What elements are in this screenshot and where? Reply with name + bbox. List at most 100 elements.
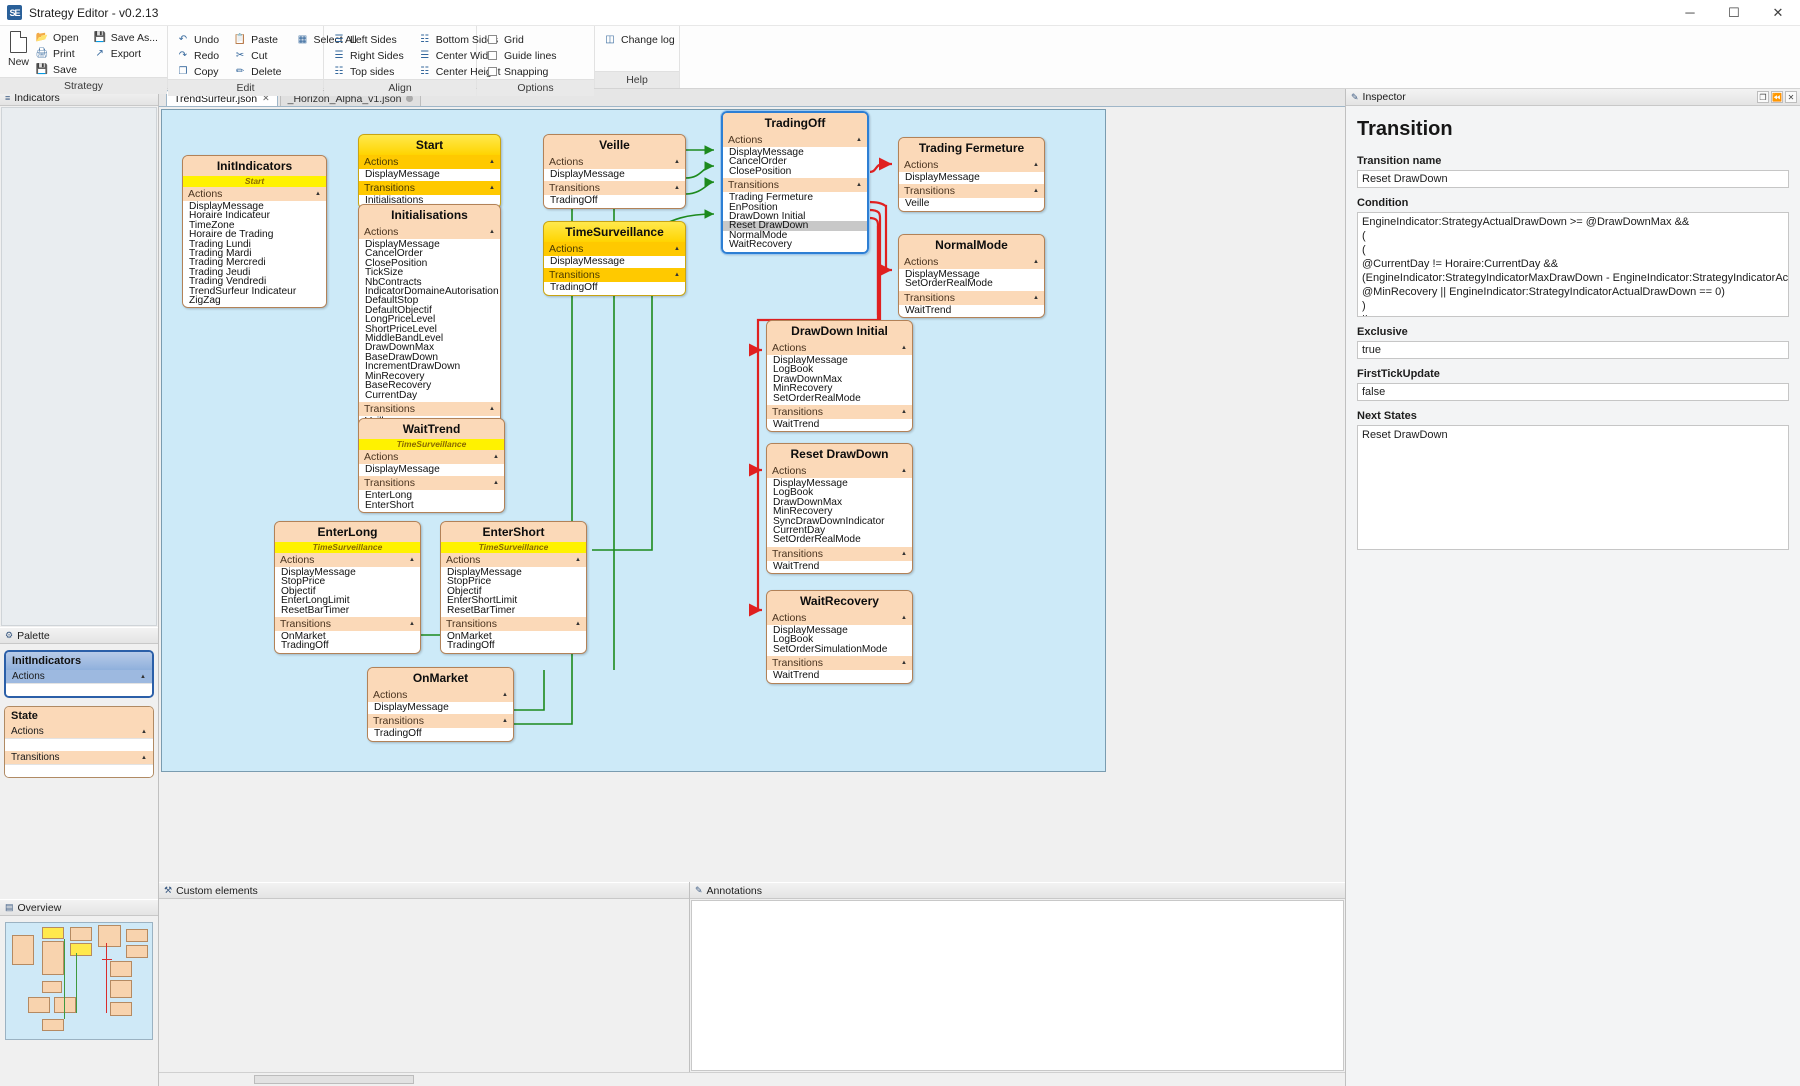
palette-section-transitions[interactable]: Transitions ▲ <box>5 751 153 764</box>
state-node-section-transitions[interactable]: Transitions▲ <box>359 181 500 195</box>
change-log-button[interactable]: ◫ Change log <box>603 32 679 47</box>
snapping-toggle[interactable]: Snapping <box>485 64 561 79</box>
state-node-section-actions[interactable]: Actions▲ <box>359 225 500 239</box>
state-node-item[interactable]: ClosePosition <box>729 167 867 176</box>
state-node-item[interactable]: ZigZag <box>189 296 326 305</box>
state-node-section-transitions[interactable]: Transitions▲ <box>767 547 912 561</box>
chevron-up-icon[interactable]: ▲ <box>901 345 907 351</box>
maximize-button[interactable]: ☐ <box>1712 0 1756 26</box>
palette-panel-header[interactable]: ⚙ Palette <box>0 627 158 644</box>
save-as-button[interactable]: 💾 Save As... <box>93 30 162 45</box>
grid-toggle[interactable]: Grid <box>485 32 561 47</box>
transition-name-input[interactable]: Reset DrawDown <box>1357 170 1789 188</box>
state-node-item[interactable]: DisplayMessage <box>365 465 504 474</box>
state-node-item[interactable]: WaitTrend <box>773 671 912 680</box>
state-node-on-market[interactable]: OnMarketActions▲DisplayMessageTransition… <box>367 667 514 742</box>
state-node-initialisations[interactable]: InitialisationsActions▲DisplayMessageCan… <box>358 204 501 429</box>
state-node-item[interactable]: WaitTrend <box>905 306 1044 315</box>
minimize-button[interactable]: ─ <box>1668 0 1712 26</box>
next-states-textarea[interactable]: Reset DrawDown <box>1357 425 1789 550</box>
chevron-up-icon[interactable]: ▲ <box>493 480 499 486</box>
delete-button[interactable]: ✏ Delete <box>233 64 285 79</box>
state-node-item[interactable]: SetOrderRealMode <box>905 279 1044 288</box>
close-button[interactable]: ✕ <box>1756 0 1800 26</box>
open-button[interactable]: 📂 Open <box>35 30 83 45</box>
chevron-up-icon[interactable]: ▲ <box>489 185 495 191</box>
state-node-init-indicators[interactable]: InitIndicatorsStartActions▲DisplayMessag… <box>182 155 327 308</box>
chevron-up-icon[interactable]: ▲ <box>674 159 680 165</box>
chevron-up-icon[interactable]: ▲ <box>489 159 495 165</box>
duplicate-icon[interactable]: ❐ <box>1757 91 1769 103</box>
state-node-section-actions[interactable]: Actions▲ <box>441 553 586 567</box>
state-node-item[interactable]: CurrentDay <box>365 391 500 400</box>
chevron-up-icon[interactable]: ▲ <box>856 182 862 188</box>
state-node-section-transitions[interactable]: Transitions▲ <box>368 714 513 728</box>
chevron-up-icon[interactable]: ▲ <box>1033 259 1039 265</box>
overview-thumbnail[interactable] <box>5 922 153 1040</box>
chevron-up-icon[interactable]: ▲ <box>674 272 680 278</box>
align-right-sides-button[interactable]: ☰ Right Sides <box>332 48 408 63</box>
palette-slot[interactable] <box>6 683 152 696</box>
state-node-section-transitions[interactable]: Transitions▲ <box>899 291 1044 305</box>
condition-textarea[interactable]: EngineIndicator:StrategyActualDrawDown >… <box>1357 212 1789 317</box>
state-node-section-actions[interactable]: Actions▲ <box>275 553 420 567</box>
chevron-up-icon[interactable]: ▲ <box>409 621 415 627</box>
chevron-up-icon[interactable]: ▲ <box>901 615 907 621</box>
state-node-section-actions[interactable]: Actions▲ <box>544 155 685 169</box>
custom-elements-body[interactable] <box>159 899 689 1072</box>
chevron-up-icon[interactable]: ▲ <box>489 406 495 412</box>
state-node-section-actions[interactable]: Actions▲ <box>723 133 867 147</box>
state-node-time-surveillance[interactable]: TimeSurveillanceActions▲DisplayMessageTr… <box>543 221 686 296</box>
chevron-up-icon[interactable]: ▲ <box>856 137 862 143</box>
print-button[interactable]: 🖨 Print <box>35 46 83 61</box>
state-node-section-transitions[interactable]: Transitions▲ <box>359 402 500 416</box>
chevron-up-icon[interactable]: ▲ <box>502 718 508 724</box>
state-node-enter-long[interactable]: EnterLongTimeSurveillanceActions▲Display… <box>274 521 421 654</box>
chevron-up-icon[interactable]: ▲ <box>493 454 499 460</box>
state-node-section-actions[interactable]: Actions▲ <box>767 611 912 625</box>
overview-panel-header[interactable]: ▤ Overview <box>0 899 158 916</box>
state-node-item[interactable]: DisplayMessage <box>550 257 685 266</box>
state-node-section-transitions[interactable]: Transitions▲ <box>441 617 586 631</box>
chevron-up-icon[interactable]: ▲ <box>901 409 907 415</box>
chevron-up-icon[interactable]: ▲ <box>901 468 907 474</box>
state-node-item[interactable]: ResetBarTimer <box>447 606 586 615</box>
state-node-section-transitions[interactable]: Transitions▲ <box>544 268 685 282</box>
state-node-enter-short[interactable]: EnterShortTimeSurveillanceActions▲Displa… <box>440 521 587 654</box>
state-node-section-transitions[interactable]: Transitions▲ <box>544 181 685 195</box>
state-node-item[interactable]: SetOrderRealMode <box>773 394 912 403</box>
chevron-up-icon[interactable]: ▲ <box>575 557 581 563</box>
state-node-section-transitions[interactable]: Transitions▲ <box>767 656 912 670</box>
state-node-section-transitions[interactable]: Transitions▲ <box>723 178 867 192</box>
state-node-item[interactable]: TradingOff <box>550 196 685 205</box>
state-node-wait-trend[interactable]: WaitTrendTimeSurveillanceActions▲Display… <box>358 418 505 513</box>
state-node-section-actions[interactable]: Actions▲ <box>183 187 326 201</box>
indicators-panel-body[interactable] <box>1 107 157 626</box>
state-node-section-actions[interactable]: Actions▲ <box>359 155 500 169</box>
state-node-item[interactable]: WaitTrend <box>773 562 912 571</box>
state-node-item[interactable]: ResetBarTimer <box>281 606 420 615</box>
state-node-item[interactable]: TradingOff <box>281 641 420 650</box>
state-node-section-actions[interactable]: Actions▲ <box>359 450 504 464</box>
chevron-up-icon[interactable]: ▲ <box>1033 295 1039 301</box>
palette-slot[interactable] <box>5 764 153 777</box>
state-node-trading-off[interactable]: TradingOffActions▲DisplayMessageCancelOr… <box>721 111 869 254</box>
state-node-item[interactable]: TradingOff <box>550 283 685 292</box>
diagram-canvas[interactable]: InitIndicatorsStartActions▲DisplayMessag… <box>161 109 1106 772</box>
align-left-sides-button[interactable]: ☰ Left Sides <box>332 32 408 47</box>
undo-button[interactable]: ↶ Undo <box>176 32 223 47</box>
chevron-up-icon[interactable]: ▲ <box>901 551 907 557</box>
palette-item-initindicators[interactable]: InitIndicators Actions ▲ <box>4 650 154 698</box>
chevron-up-icon[interactable]: ▲ <box>502 692 508 698</box>
new-button[interactable]: New <box>8 30 29 77</box>
exclusive-input[interactable]: true <box>1357 341 1789 359</box>
state-node-veille[interactable]: VeilleActions▲DisplayMessageTransitions▲… <box>543 134 686 209</box>
firsttickupdate-input[interactable]: false <box>1357 383 1789 401</box>
cut-button[interactable]: ✂ Cut <box>233 48 285 63</box>
chevron-up-icon[interactable]: ▲ <box>575 621 581 627</box>
custom-elements-header[interactable]: ⚒ Custom elements <box>159 882 689 899</box>
state-node-item[interactable]: EnterShort <box>365 501 504 510</box>
state-node-item[interactable]: TradingOff <box>447 641 586 650</box>
state-node-item[interactable]: DisplayMessage <box>550 170 685 179</box>
state-node-drawdown-initial[interactable]: DrawDown InitialActions▲DisplayMessageLo… <box>766 320 913 432</box>
